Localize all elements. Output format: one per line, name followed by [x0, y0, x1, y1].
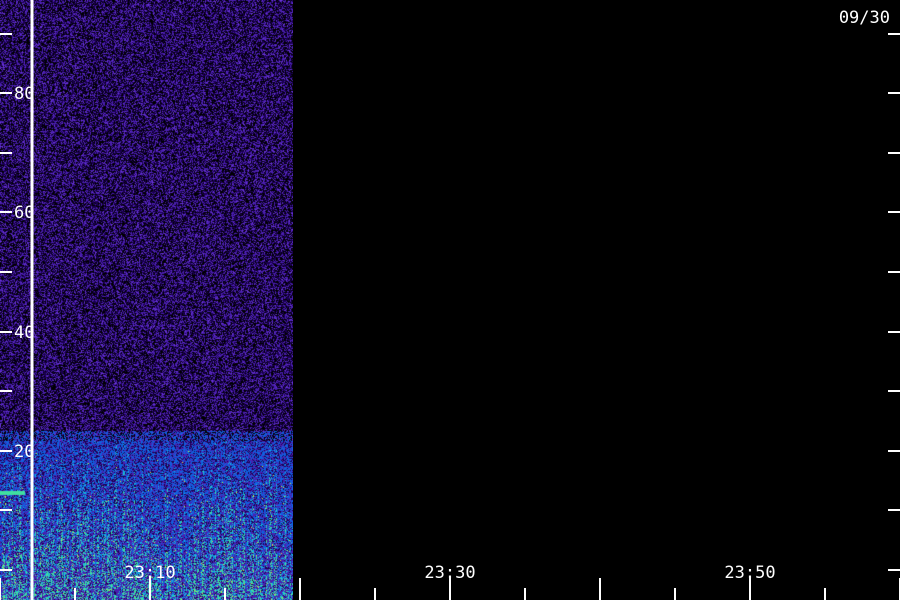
spectrogram-panel [0, 0, 293, 600]
x-tick-label: 23:50 [724, 563, 775, 583]
date-label: 09/30 [839, 8, 890, 28]
x-tick-label: 23:10 [124, 563, 175, 583]
y-tick-label: 20 [14, 442, 34, 462]
spectrogram-chart: 2040608010023:1023:3023:50 09/30 [0, 0, 900, 600]
y-tick-label: 40 [14, 323, 34, 343]
x-tick-label: 23:30 [424, 563, 475, 583]
y-tick-label: 60 [14, 203, 34, 223]
spectrogram-image [0, 0, 293, 600]
y-tick-label: 80 [14, 84, 34, 104]
